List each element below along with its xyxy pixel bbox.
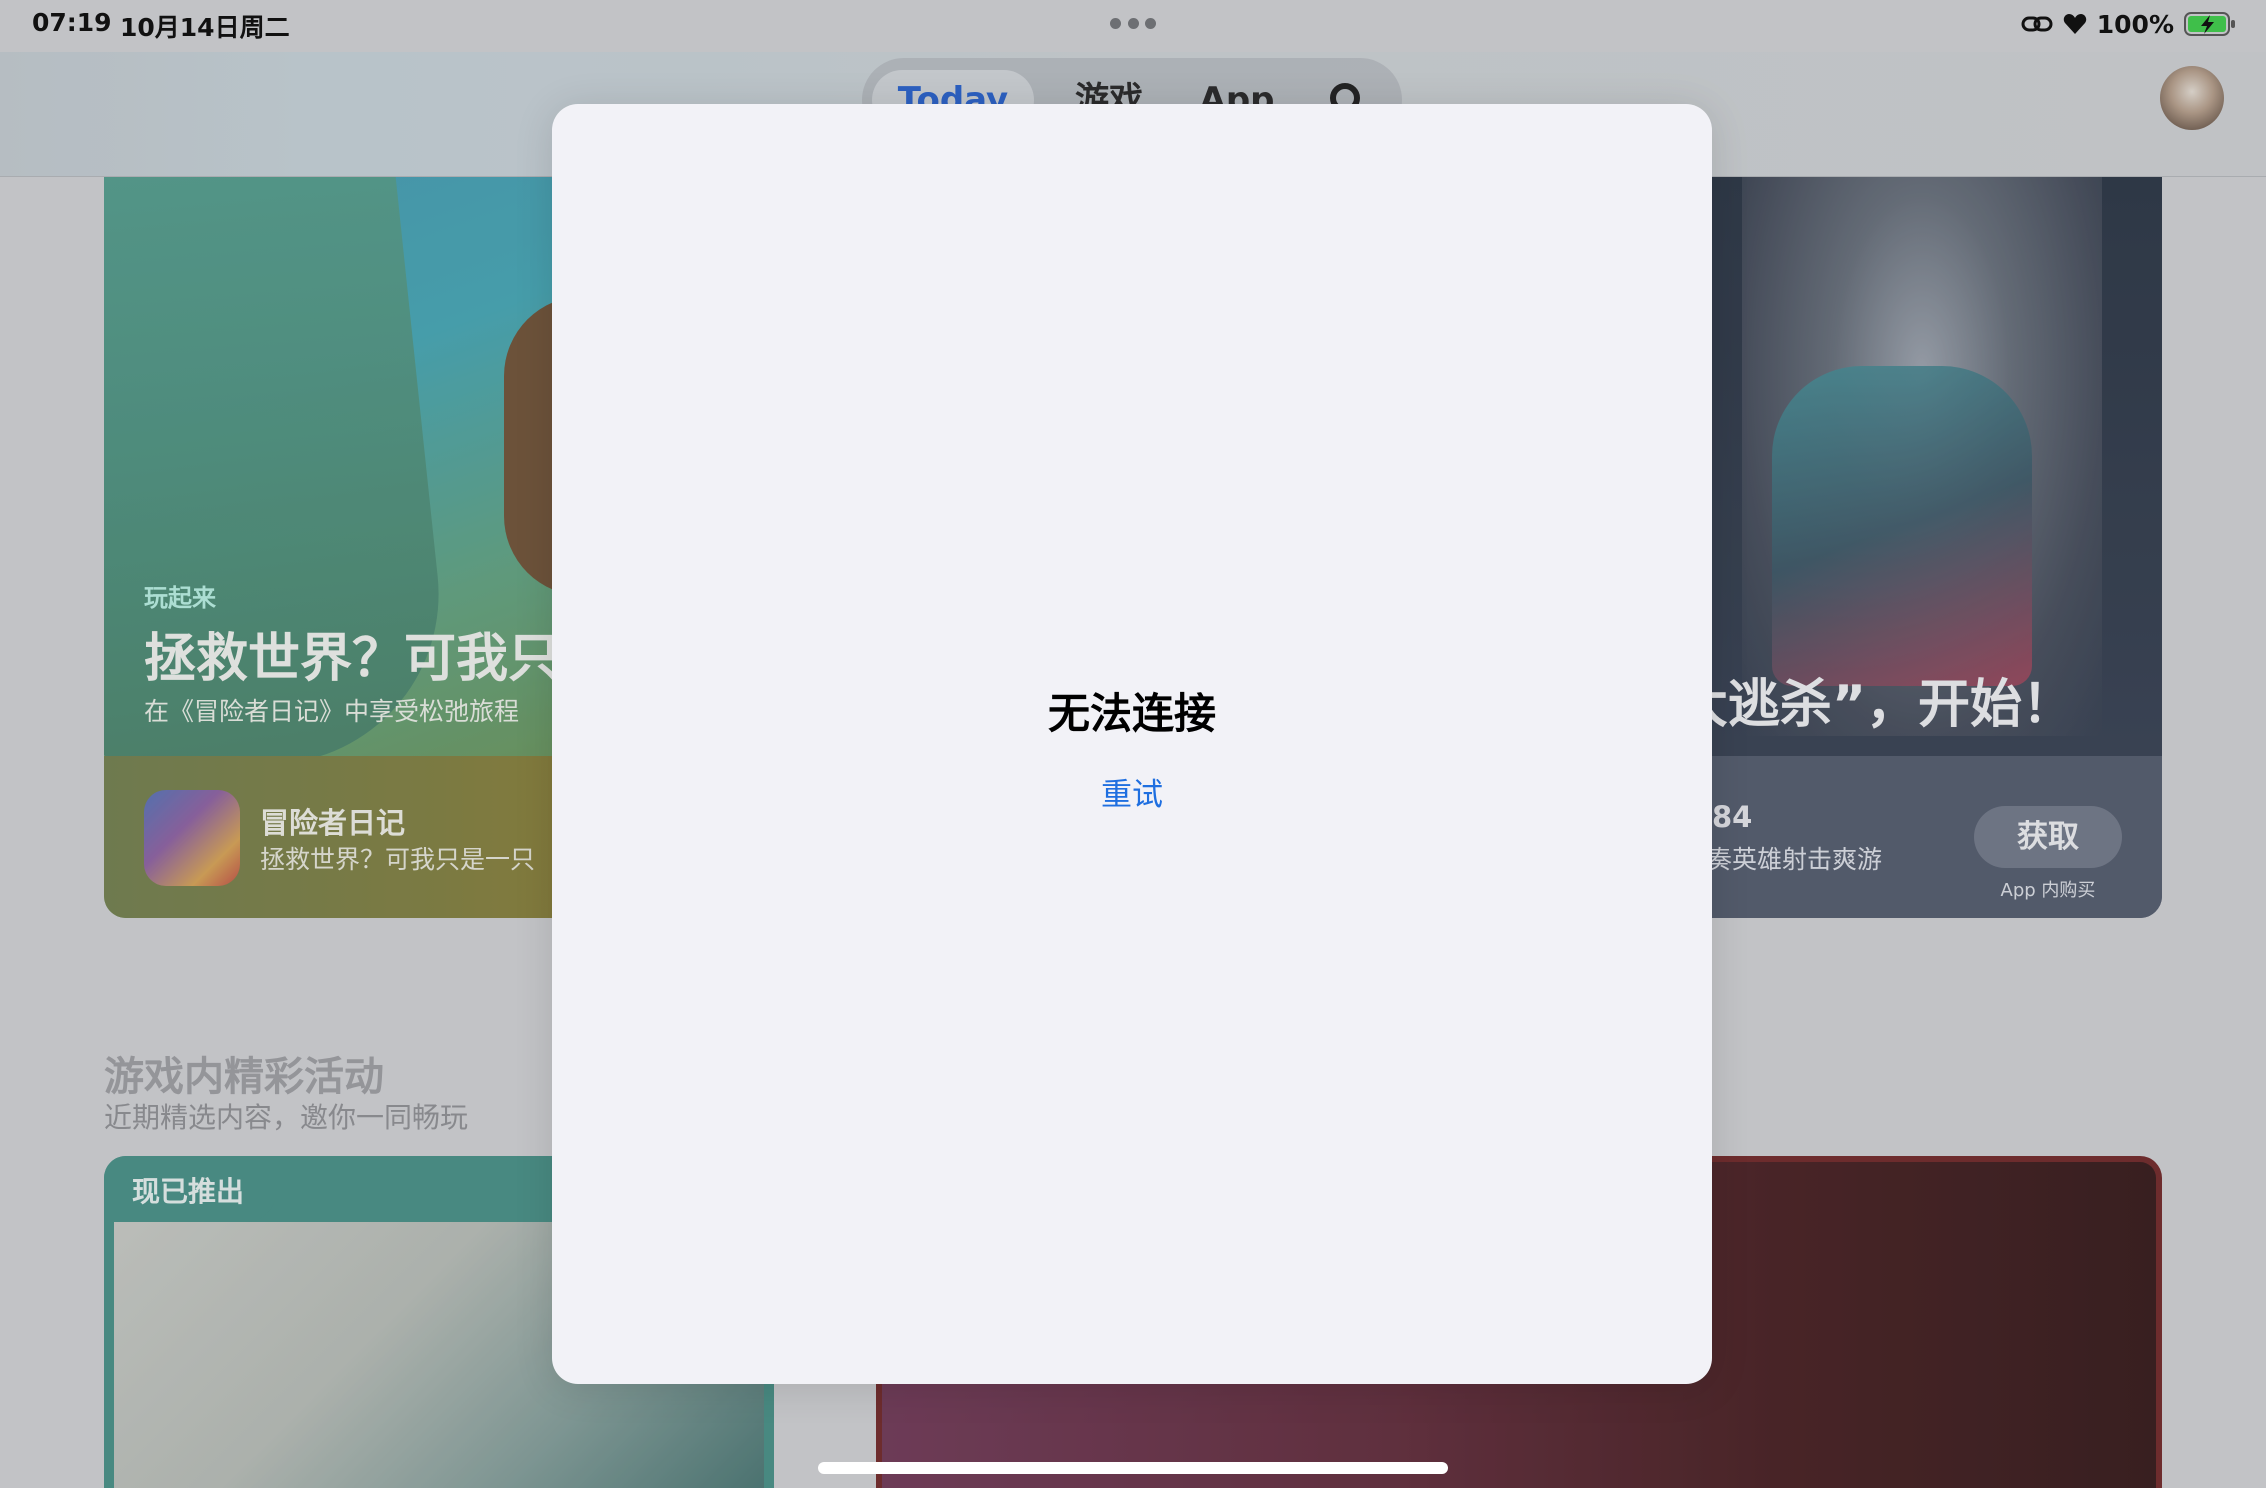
connection-error-sheet: 无法连接 重试 [552, 104, 1712, 1384]
error-title: 无法连接 [1047, 689, 1216, 738]
battery-charging-icon [2184, 12, 2235, 36]
status-indicators: 100% [2021, 8, 2236, 40]
retry-button[interactable]: 重试 [1032, 766, 1232, 816]
multitasking-dots-icon[interactable] [1110, 18, 1156, 30]
status-date: 10月14日周二 [120, 13, 290, 42]
status-time: 07:19 [32, 8, 112, 37]
heart-icon [2063, 14, 2086, 34]
home-indicator[interactable] [818, 1462, 1448, 1474]
link-icon [2021, 16, 2053, 32]
status-bar: 07:19 10月14日周二 100% [0, 0, 2266, 52]
battery-percentage: 100% [2096, 9, 2174, 39]
